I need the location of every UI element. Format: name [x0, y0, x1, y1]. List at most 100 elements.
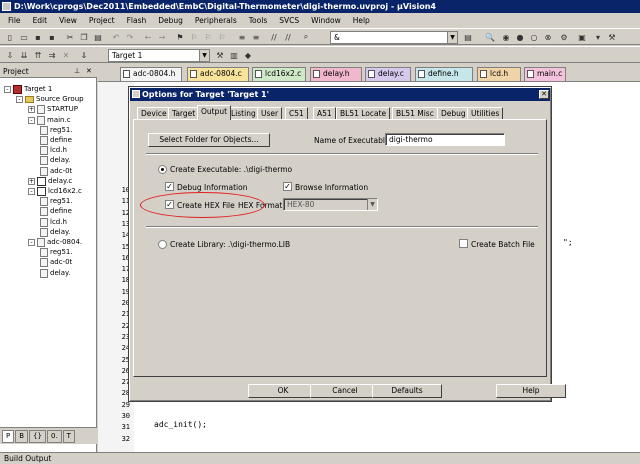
create-batch-file-checkbox[interactable] [459, 239, 468, 248]
editor-tab[interactable]: lcd.h [477, 67, 521, 81]
menu-edit[interactable]: Edit [27, 13, 54, 28]
tab-functions[interactable]: {} [29, 429, 46, 443]
chevron-down-icon[interactable]: ▼ [367, 199, 377, 210]
editor-tab[interactable]: adc-0804.c [187, 67, 249, 81]
menu-project[interactable]: Project [83, 13, 121, 28]
menu-window[interactable]: Window [305, 13, 347, 28]
indent-icon[interactable]: ≡ [236, 31, 248, 43]
editor-tab[interactable]: lcd16x2.c [252, 67, 306, 81]
window-layout-dropdown-icon[interactable]: ▾ [592, 31, 604, 43]
translate-icon[interactable]: ⇩ [4, 49, 16, 61]
cancel-button[interactable]: Cancel [310, 384, 380, 398]
kill-breakpoints-icon[interactable]: ⊗ [542, 31, 554, 43]
copy-icon[interactable]: ❐ [78, 31, 90, 43]
pin-icon[interactable]: ⊥ [74, 65, 80, 78]
debug-information-checkbox[interactable]: ✓ [165, 182, 174, 191]
expand-icon[interactable]: + [28, 106, 35, 114]
dialog-title: Options for Target 'Target 1' [142, 90, 270, 99]
editor-tab-label: lcd16x2.c [265, 69, 302, 78]
debug-start-icon[interactable]: ◉ [500, 31, 512, 43]
open-file-icon[interactable]: ▭ [18, 31, 30, 43]
save-icon[interactable]: ▪ [32, 31, 44, 43]
tab-templates[interactable]: T [62, 429, 75, 443]
find-in-files-icon[interactable]: ⌕ [300, 31, 312, 43]
batch-build-icon[interactable]: ⇉ [46, 49, 58, 61]
help-button[interactable]: Help [496, 384, 566, 398]
dialog-tab-output[interactable]: Output [197, 105, 232, 120]
menu-tools[interactable]: Tools [243, 13, 273, 28]
file-extensions-icon[interactable]: ▥ [228, 49, 240, 61]
select-folder-button[interactable]: Select Folder for Objects... [148, 133, 270, 147]
find-icon[interactable]: ▤ [462, 31, 474, 43]
create-executable-radio[interactable] [158, 165, 167, 174]
tab-registers[interactable]: 0. [46, 429, 62, 443]
chevron-down-icon[interactable]: ▼ [199, 50, 209, 61]
comment-icon[interactable]: // [268, 31, 280, 43]
tools-icon[interactable]: ⚒ [606, 31, 618, 43]
menu-peripherals[interactable]: Peripherals [189, 13, 243, 28]
ok-button[interactable]: OK [248, 384, 318, 398]
close-icon[interactable]: ✕ [86, 65, 92, 78]
undo-icon[interactable]: ↶ [110, 31, 122, 43]
search-icon[interactable]: 🔍 [484, 31, 496, 43]
target-options-icon[interactable]: ⚒ [214, 49, 226, 61]
menu-help[interactable]: Help [347, 13, 376, 28]
uncomment-icon[interactable]: // [282, 31, 294, 43]
menu-debug[interactable]: Debug [152, 13, 189, 28]
menu-view[interactable]: View [53, 13, 83, 28]
tab-project[interactable]: P [2, 429, 15, 443]
editor-tab[interactable]: adc-0804.h [120, 67, 182, 81]
hex-format-select[interactable]: HEX-80 ▼ [283, 198, 378, 211]
bookmark-clear-icon[interactable]: ⚐ [216, 31, 228, 43]
editor-tab-label: adc-0804.c [200, 69, 242, 78]
chevron-down-icon[interactable]: ▼ [447, 32, 457, 43]
menu-flash[interactable]: Flash [121, 13, 153, 28]
close-icon[interactable]: ✕ [539, 90, 549, 99]
collapse-icon[interactable]: - [28, 239, 35, 246]
find-combo[interactable]: & ▼ [330, 31, 458, 44]
editor-tab-label: define.h [428, 69, 459, 78]
rebuild-icon[interactable]: ⇈ [32, 49, 44, 61]
editor-tab[interactable]: define.h [415, 67, 473, 81]
editor-tab[interactable]: main.c [524, 67, 566, 81]
collapse-icon[interactable]: - [4, 86, 11, 93]
create-library-radio[interactable] [158, 240, 167, 249]
name-executable-input[interactable]: digi-thermo [385, 133, 505, 146]
nav-forward-icon[interactable]: → [156, 31, 168, 43]
file-icon [40, 197, 48, 207]
editor-tab[interactable]: delay.c [365, 67, 411, 81]
menu-file[interactable]: File [2, 13, 27, 28]
disable-breakpoint-icon[interactable]: ○ [528, 31, 540, 43]
build-icon[interactable]: ⇊ [18, 49, 30, 61]
nav-back-icon[interactable]: ← [142, 31, 154, 43]
breakpoint-icon[interactable]: ● [514, 31, 526, 43]
editor-tab[interactable]: delay.h [310, 67, 362, 81]
bookmark-next-icon[interactable]: ⚐ [202, 31, 214, 43]
tree-item[interactable]: delay. [40, 268, 70, 279]
file-icon [527, 70, 534, 78]
browse-information-checkbox[interactable]: ✓ [283, 182, 292, 191]
bookmark-icon[interactable]: ⚑ [174, 31, 186, 43]
new-file-icon[interactable]: ▯ [4, 31, 16, 43]
menu-svcs[interactable]: SVCS [273, 13, 305, 28]
defaults-button[interactable]: Defaults [372, 384, 442, 398]
collapse-icon[interactable]: - [28, 188, 35, 195]
download-icon[interactable]: ⇓ [78, 49, 90, 61]
stop-build-icon[interactable]: ✕ [60, 49, 72, 61]
bookmark-prev-icon[interactable]: ⚐ [188, 31, 200, 43]
window-layout-icon[interactable]: ▣ [574, 31, 590, 43]
tab-books[interactable]: B [15, 429, 29, 443]
editor-tab-label: lcd.h [490, 69, 509, 78]
save-all-icon[interactable]: ▪ [46, 31, 58, 43]
paste-icon[interactable]: ▤ [92, 31, 104, 43]
settings-icon[interactable]: ⚙ [558, 31, 570, 43]
unindent-icon[interactable]: ≡ [250, 31, 262, 43]
collapse-icon[interactable]: - [16, 96, 23, 104]
collapse-icon[interactable]: - [28, 116, 35, 124]
cut-icon[interactable]: ✂ [64, 31, 76, 43]
code-line-adc-init[interactable]: adc_init(); [154, 420, 207, 429]
redo-icon[interactable]: ↷ [124, 31, 136, 43]
expand-icon[interactable]: + [28, 177, 35, 185]
target-select[interactable]: Target 1 ▼ [108, 49, 210, 62]
manage-components-icon[interactable]: ◆ [242, 49, 254, 61]
